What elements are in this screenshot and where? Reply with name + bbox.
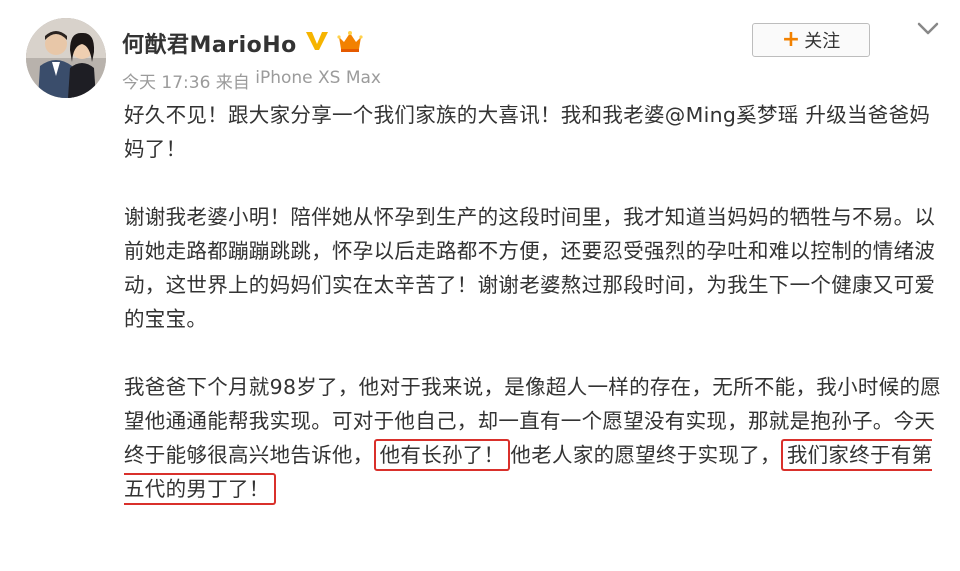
paragraph-3: 我爸爸下个月就98岁了，他对于我来说，是像超人一样的存在，无所不能，我小时候的愿… (124, 370, 944, 506)
follow-label: 关注 (804, 31, 841, 52)
verified-v-icon (305, 30, 329, 56)
follow-button[interactable]: + 关注 (752, 23, 870, 57)
source-prefix: 来自 (210, 73, 256, 93)
highlight-box-1: 他有长孙了！ (373, 439, 511, 471)
avatar[interactable] (26, 18, 106, 98)
post-time[interactable]: 今天 17:36 (122, 68, 210, 93)
plus-icon: + (781, 27, 801, 52)
paragraph-3-part-b: 他老人家的愿望终于实现了， (510, 443, 781, 467)
chevron-down-icon[interactable] (916, 20, 940, 38)
member-crown-icon[interactable] (337, 29, 363, 57)
source-device: iPhone XS Max (255, 68, 381, 88)
post-meta: 今天 17:36 来自 iPhone XS Max (122, 68, 381, 93)
username[interactable]: 何猷君MarioHo (122, 27, 297, 59)
post-content: 好久不见！跟大家分享一个我们家族的大喜讯！我和我老婆@Ming奚梦瑶 升级当爸爸… (124, 98, 944, 506)
paragraph-1: 好久不见！跟大家分享一个我们家族的大喜讯！我和我老婆@Ming奚梦瑶 升级当爸爸… (124, 103, 931, 161)
paragraph-2: 谢谢我老婆小明！陪伴她从怀孕到生产的这段时间里，我才知道当妈妈的牺牲与不易。以前… (124, 205, 936, 331)
post-header: 何猷君MarioHo (122, 28, 363, 58)
avatar-photo (26, 18, 106, 98)
